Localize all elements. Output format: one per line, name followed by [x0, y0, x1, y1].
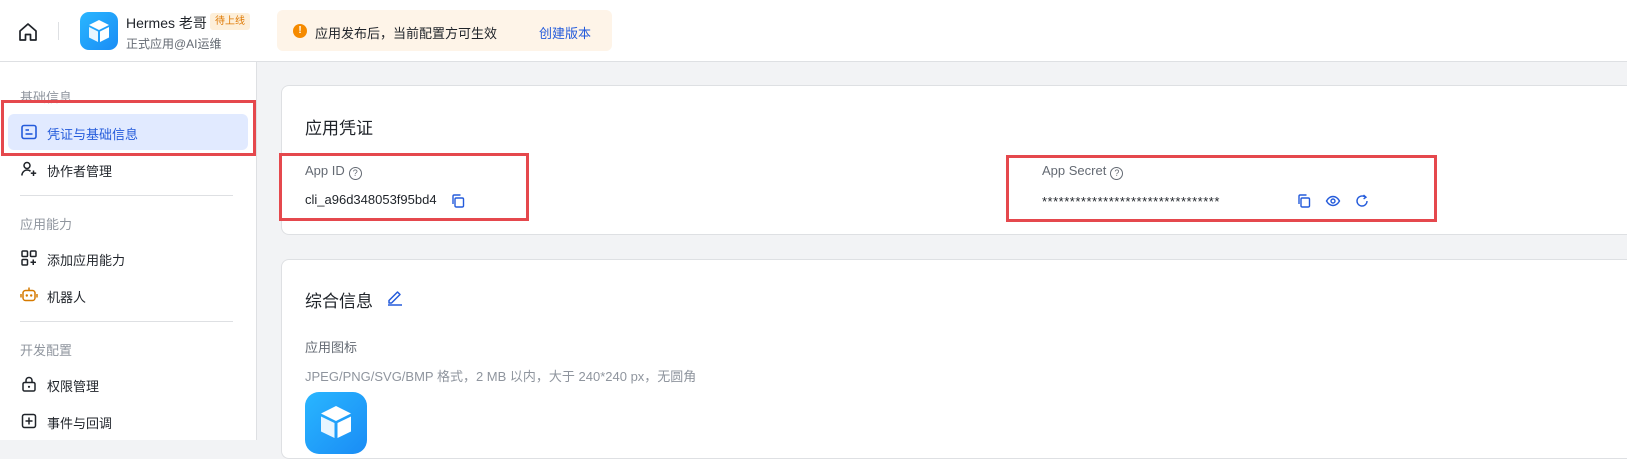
app-secret-value: ******************************** [1042, 194, 1220, 209]
app-id-label: App ID? [305, 163, 362, 180]
create-version-link[interactable]: 创建版本 [539, 23, 591, 42]
sidebar-item-bot[interactable]: 机器人 [8, 277, 248, 313]
general-title: 综合信息 [305, 292, 373, 311]
app-id-label-text: App ID [305, 163, 345, 178]
robot-icon [20, 287, 38, 302]
notice-text: 应用发布后，当前配置方可生效 [315, 26, 498, 41]
sidebar-item-label: 协作者管理 [47, 164, 113, 179]
eye-icon[interactable] [1325, 193, 1341, 209]
sidebar-item-permissions[interactable]: 权限管理 [8, 366, 248, 402]
sidebar-item-add-capability[interactable]: 添加应用能力 [8, 240, 248, 276]
app-icon [80, 12, 118, 50]
app-icon-preview[interactable] [305, 392, 367, 454]
publish-notice: ! 应用发布后，当前配置方可生效 创建版本 [277, 10, 612, 51]
lock-icon [22, 376, 36, 392]
copy-icon[interactable] [1296, 193, 1312, 209]
sidebar-item-collaborators[interactable]: 协作者管理 [8, 151, 248, 187]
sidebar: 基础信息 凭证与基础信息 协作者管理 应用能力 添加应用能力 机器人 开发配置 … [0, 62, 257, 440]
home-icon[interactable] [17, 21, 39, 43]
credentials-card: 应用凭证 App ID? cli_a96d348053f95bd4 App Se… [281, 85, 1627, 235]
status-badge: 待上线 [210, 13, 250, 30]
sidebar-item-events[interactable]: 事件与回调 [8, 403, 248, 439]
refresh-icon[interactable] [1354, 193, 1370, 209]
app-icon-hint: JPEG/PNG/SVG/BMP 格式，2 MB 以内，大于 240*240 p… [305, 369, 697, 384]
app-id-value: cli_a96d348053f95bd4 [305, 192, 437, 207]
sidebar-item-label: 事件与回调 [47, 416, 113, 431]
help-icon[interactable]: ? [348, 167, 362, 180]
general-info-card: 综合信息 应用图标 JPEG/PNG/SVG/BMP 格式，2 MB 以内，大于… [281, 259, 1627, 459]
copy-icon[interactable] [450, 193, 466, 209]
sidebar-item-label: 权限管理 [47, 379, 100, 394]
divider [20, 195, 233, 196]
apps-add-icon [21, 250, 37, 266]
id-card-icon [21, 124, 37, 140]
help-icon[interactable]: ? [1110, 167, 1124, 180]
warning-icon: ! [293, 24, 307, 38]
app-secret-label: App Secret? [1042, 163, 1124, 180]
event-icon [21, 413, 37, 429]
user-add-icon [21, 161, 37, 176]
sidebar-item-label: 添加应用能力 [47, 253, 126, 268]
top-bar: Hermes 老哥 待上线 正式应用@AI运维 ! 应用发布后，当前配置方可生效… [0, 0, 1627, 62]
edit-icon[interactable] [386, 288, 404, 306]
sidebar-group-basic: 基础信息 [20, 90, 73, 105]
sidebar-item-credentials[interactable]: 凭证与基础信息 [8, 114, 248, 150]
divider [58, 22, 59, 40]
credentials-title: 应用凭证 [305, 119, 373, 138]
app-type-label: 正式应用@AI运维 [126, 37, 222, 51]
app-icon-label: 应用图标 [305, 340, 358, 355]
sidebar-item-label: 机器人 [47, 290, 87, 305]
app-secret-label-text: App Secret [1042, 163, 1107, 178]
divider [20, 321, 233, 322]
app-name: Hermes 老哥 [126, 15, 207, 31]
sidebar-group-capabilities: 应用能力 [20, 217, 73, 232]
sidebar-item-label: 凭证与基础信息 [47, 127, 139, 142]
sidebar-group-dev: 开发配置 [20, 343, 73, 358]
